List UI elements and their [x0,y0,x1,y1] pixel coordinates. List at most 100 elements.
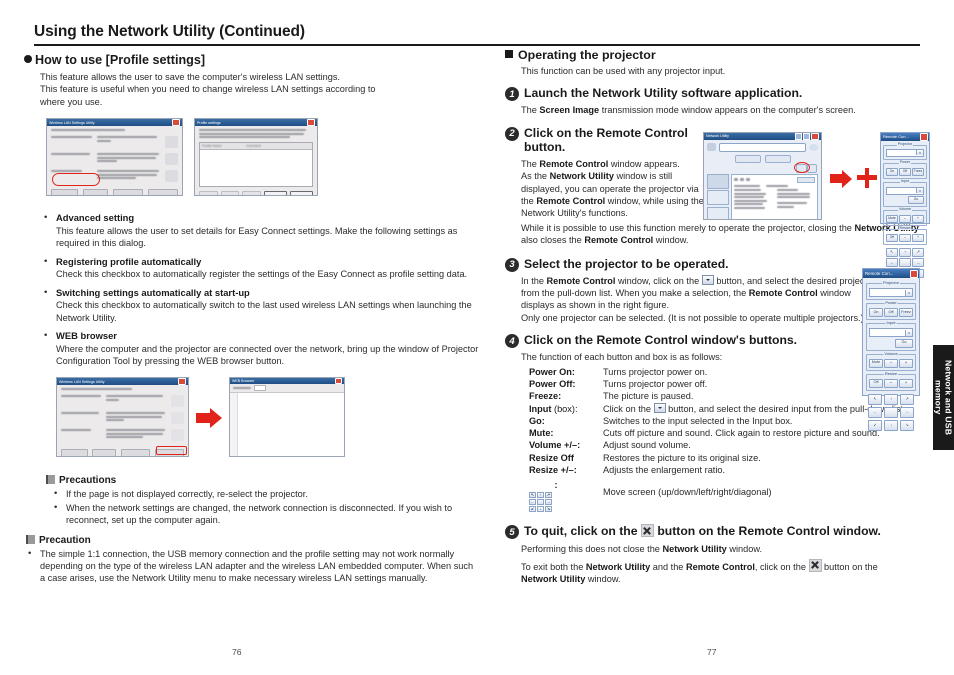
resize-minus-button[interactable]: – [884,378,898,388]
volume-minus-button[interactable]: – [884,358,898,368]
volume-minus-button[interactable]: – [899,214,911,223]
move-right-button[interactable]: → [912,258,924,268]
volume-plus-button[interactable]: + [899,358,913,368]
close-icon [178,378,186,386]
resize-group: Resize Off – + [883,225,927,245]
mute-button[interactable]: Mute [869,358,883,368]
move-up-right-button[interactable]: ↗ [912,247,924,257]
note-marker-icon [46,475,55,485]
volume-group: Volume Mute – + [883,206,927,226]
bullet-icon: • [54,501,58,513]
mute-button[interactable]: Mute [886,214,898,223]
move-down-left-button[interactable]: ↙ [868,419,882,431]
function-key: Input (box): [529,403,578,414]
function-value: Adjusts the enlargement ratio. [603,465,726,476]
window-title: Remote Con... [883,134,909,140]
bullet-icon: • [44,212,48,224]
left-section-heading-label: How to use [Profile settings] [35,53,206,67]
resize-off-button[interactable]: Off [869,378,883,388]
bullet-icon: • [28,547,32,559]
chevron-down-icon[interactable] [701,274,714,285]
step-number-badge: 5 [505,525,519,540]
page-title: Using the Network Utility (Continued) [34,23,305,40]
bullet-title: Registering profile automatically [56,255,202,267]
power-group: Power On Off Freez [883,159,927,179]
function-table: Power On: Turns projector power on. Power… [529,366,907,513]
move-up-button[interactable]: ↑ [899,247,911,257]
round-bullet-icon [24,55,32,63]
window-titlebar: Wireless LAN Settings Utility [47,119,182,127]
step-5-para-1: Performing this does not close the Netwo… [521,544,763,555]
table-row: ↖ ↑ ↗ ← → ↙ ↓ ↘ : Move screen (up/down/left/rig… [529,479,907,513]
bullet-body: Check this checkbox to automatically reg… [56,269,468,280]
freeze-button[interactable]: Freez [899,308,913,317]
move-down-right-button[interactable]: ↘ [900,419,914,431]
function-key: ↖ ↑ ↗ ← → ↙ ↓ ↘ : [529,480,558,513]
table-row: Input (box): Click on the button, and se… [529,402,907,415]
list-item: • When the network settings are changed,… [52,502,480,527]
left-section-heading: How to use [Profile settings] [24,53,480,67]
window-titlebar: Wireless LAN Settings Utility [57,378,188,386]
direction-pad: ↖ ↑ ↗ ← → ↙ ↓ ↘ [866,393,916,433]
left-column: How to use [Profile settings] This featu… [24,48,480,585]
window-title: Network Utility [706,134,729,139]
move-up-button[interactable]: ↑ [884,393,898,405]
move-up-left-button[interactable]: ↖ [868,393,882,405]
precaution-heading: Precaution [26,534,480,546]
projector-group: Projector ▾ [883,141,927,160]
go-button[interactable]: Go [908,195,924,204]
go-button[interactable]: Go [895,338,913,348]
window-titlebar: Network Utility [704,132,821,140]
move-left-button[interactable]: ← [886,258,898,268]
bullet-icon: • [44,286,48,298]
step-title: To quit, click on the button on the Remo… [524,524,904,538]
side-tab-label: Network and USB memory [933,359,954,436]
arrow-right-icon [196,408,222,429]
group-label-volume: Volume [898,206,912,211]
move-down-button[interactable]: ↓ [884,419,898,431]
step-number-badge: 3 [505,257,519,272]
left-intro-line-2: This feature is useful when you need to … [40,84,376,95]
freeze-button[interactable]: Freez [912,167,924,176]
bullet-icon: • [54,488,58,500]
table-row: Mute: Cuts off picture and sound. Click a… [529,427,907,439]
power-off-button[interactable]: Off [884,308,898,317]
side-tab-network-and-usb-memory: Network and USB memory [933,345,954,450]
function-key: Power Off: [529,378,576,389]
group-label-power: Power [884,300,898,305]
resize-off-button[interactable]: Off [886,233,898,242]
resize-plus-button[interactable]: + [899,378,913,388]
list-item: • Registering profile automatically Chec… [42,256,480,281]
step-2-para-1: The Remote Control window appears. [521,158,680,169]
page-number-left: 76 [232,647,242,657]
move-right-button[interactable]: → [900,406,914,418]
move-up-right-button[interactable]: ↗ [900,393,914,405]
right-section-heading: Operating the projector [505,48,925,62]
list-item: • Switching settings automatically at st… [42,287,480,324]
close-icon [307,119,315,127]
figure-row-profile: Wireless LAN Settings Utility Profile se… [24,116,480,206]
left-intro-line-3: where you use. [40,96,103,107]
square-bullet-icon [505,50,513,58]
group-label-input: Input [885,320,897,325]
close-x-icon[interactable] [808,558,822,572]
figure-row-web-browser: Wireless LAN Settings Utility WEB Browse… [24,375,480,470]
move-left-button[interactable]: ← [868,406,882,418]
table-row: Power On: Turns projector power on. [529,366,907,378]
step-number-badge: 1 [505,87,519,102]
power-off-button[interactable]: Off [899,167,911,176]
bullet-body: Where the computer and the projector are… [56,343,479,367]
power-on-button[interactable]: On [886,167,898,176]
function-value: Cuts off picture and sound. Click again … [603,428,880,439]
resize-plus-button[interactable]: + [912,233,924,242]
resize-minus-button[interactable]: – [899,233,911,242]
move-up-left-button[interactable]: ↖ [886,247,898,257]
plus-icon [857,167,877,188]
chevron-down-icon[interactable] [653,402,666,413]
figure-web-browser-window: WEB Browser [229,377,345,458]
volume-plus-button[interactable]: + [912,214,924,223]
power-on-button[interactable]: On [869,308,883,317]
function-value: Move screen (up/down/left/right/diagonal… [603,487,772,498]
close-icon [910,269,918,278]
volume-group: Volume Mute – + [866,350,916,371]
